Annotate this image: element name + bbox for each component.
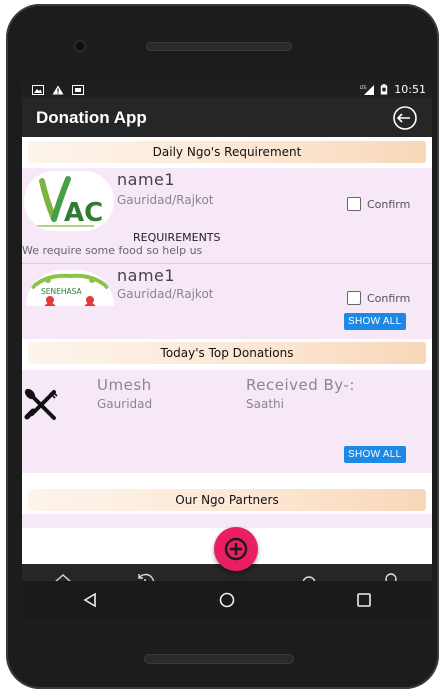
donor-location: Gauridad	[97, 397, 153, 411]
checkbox-box[interactable]	[347, 291, 361, 305]
logo-text: AC	[64, 198, 103, 228]
ngo-logo: AC	[24, 171, 114, 231]
senehasa-logo-icon: SENEHASA	[30, 273, 110, 306]
network-type: LTE	[360, 85, 367, 90]
partners-strip	[22, 514, 432, 528]
system-navigation-bar	[22, 581, 432, 619]
recents-icon[interactable]	[355, 591, 373, 609]
ngo-location: Gauridad/Rajkot	[117, 287, 214, 301]
show-all-donations-button[interactable]: SHOW ALL	[344, 446, 406, 463]
battery-icon	[381, 84, 388, 95]
requirements-section-title: Daily Ngo's Requirement	[28, 141, 426, 163]
bottom-speaker	[144, 654, 294, 664]
ngo-logo: SENEHASA	[26, 270, 114, 306]
logout-icon[interactable]	[390, 103, 420, 133]
back-icon[interactable]	[81, 591, 99, 609]
front-camera	[73, 39, 87, 53]
requirement-text: We require some food so help us	[22, 244, 203, 257]
app-screen: LTE 10:51 Donation App Daily Ngo's Requi…	[22, 81, 432, 601]
logo-text: SENEHASA	[41, 287, 83, 296]
partners-section-title: Our Ngo Partners	[28, 489, 426, 511]
image-notification-icon	[32, 84, 44, 95]
clock: 10:51	[394, 83, 426, 96]
receiver-name: Saathi	[246, 397, 284, 411]
show-all-requirements-button[interactable]: SHOW ALL	[344, 313, 406, 330]
checkbox-box[interactable]	[347, 197, 361, 211]
signal-icon: LTE	[360, 84, 375, 95]
confirm-label: Confirm	[367, 291, 411, 305]
add-icon	[224, 537, 248, 561]
requirement-card[interactable]: AC name1 Gauridad/Rajkot Confirm REQUIRE…	[22, 168, 432, 263]
top-donations-section-title: Today's Top Donations	[28, 342, 426, 364]
app-title: Donation App	[36, 107, 147, 127]
confirm-checkbox[interactable]: Confirm	[347, 197, 410, 211]
ngo-name: name1	[117, 170, 176, 189]
food-icon	[24, 388, 58, 420]
status-bar: LTE 10:51	[22, 81, 432, 98]
status-left-icons	[32, 84, 84, 95]
phone-top-bezel	[6, 4, 439, 82]
message-notification-icon	[72, 84, 84, 95]
received-by-label: Received By-:	[246, 376, 355, 394]
donation-card[interactable]: Umesh Gauridad Received By-: Saathi SHOW…	[22, 370, 432, 473]
app-bar: Donation App	[22, 98, 432, 137]
add-donation-button[interactable]	[214, 527, 258, 571]
requirements-label: REQUIREMENTS	[133, 231, 221, 244]
home-circle-icon[interactable]	[218, 591, 236, 609]
confirm-label: Confirm	[367, 197, 411, 211]
ngo-name: name1	[117, 266, 176, 285]
earpiece-speaker	[146, 42, 292, 51]
yac-logo-icon: AC	[34, 176, 103, 228]
warning-icon	[52, 85, 64, 94]
status-right-icons: LTE 10:51	[360, 83, 426, 96]
requirement-card[interactable]: SENEHASA name1 Gauridad/Rajkot Confirm S…	[22, 264, 432, 339]
donor-name: Umesh	[97, 376, 152, 394]
ngo-location: Gauridad/Rajkot	[117, 193, 214, 207]
confirm-checkbox[interactable]: Confirm	[347, 291, 410, 305]
